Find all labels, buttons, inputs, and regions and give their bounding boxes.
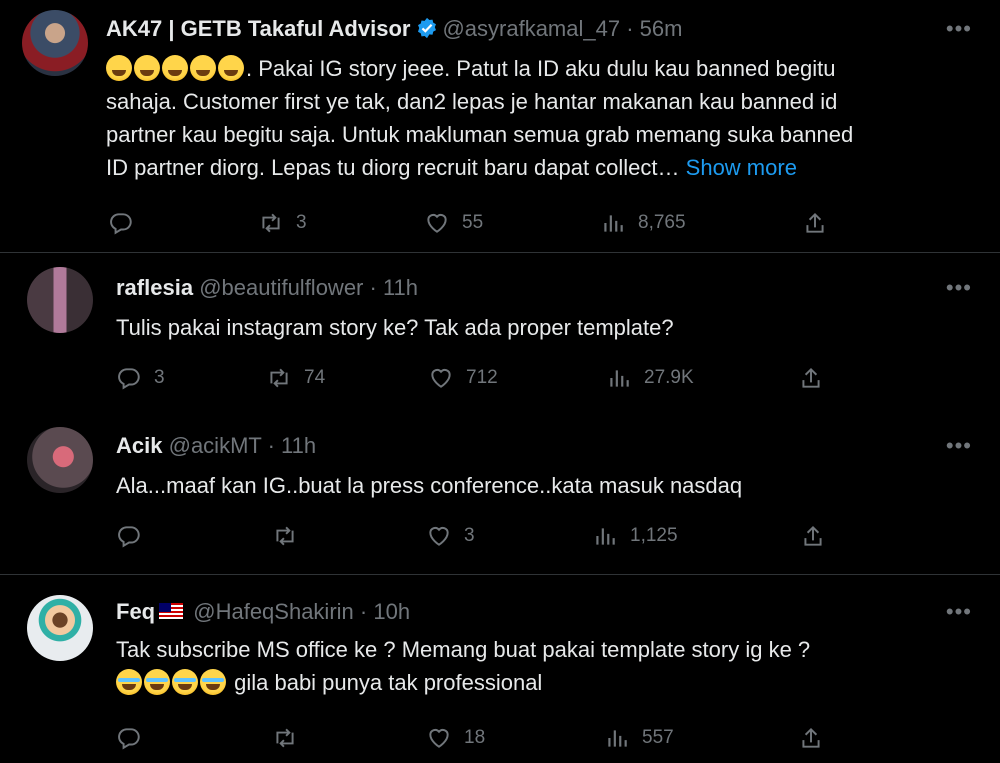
views-button[interactable]: 557 [604,723,674,753]
timestamp[interactable]: · 11h [370,275,419,300]
share-icon [806,212,824,233]
reply-icon [118,728,140,750]
tweet-text-line: sahaja. Customer first ye tak, dan2 lepa… [106,89,838,114]
reply-icon [118,526,140,548]
views-icon [604,215,623,232]
share-button[interactable] [798,723,824,753]
more-options-icon[interactable]: ••• [946,16,972,42]
retweet-icon [276,728,294,748]
like-button[interactable]: 55 [424,208,483,238]
verified-icon [416,17,438,45]
like-icon [429,728,449,748]
author-name[interactable]: Feq [116,599,155,624]
more-options-icon[interactable]: ••• [946,433,972,459]
like-count: 712 [466,367,498,388]
share-icon [804,525,822,546]
views-button[interactable]: 1,125 [592,521,678,551]
like-count: 55 [462,212,484,233]
retweet-button[interactable]: 74 [266,363,325,393]
like-count: 3 [464,525,475,546]
tweet-text-line: ID partner diorg. Lepas tu diorg recruit… [106,155,680,180]
tweet-text-line: partner kau begitu saja. Untuk makluman … [106,122,854,147]
views-count: 27.9K [644,367,694,388]
emoji-laugh-icon [106,55,246,81]
like-count: 18 [464,727,486,748]
views-count: 8,765 [638,212,686,233]
views-button[interactable]: 8,765 [600,208,686,238]
author-handle[interactable]: @acikMT [169,433,262,458]
tweet-text-line: gila babi punya tak professional [228,670,543,695]
tweet-text-line: Tak subscribe MS office ke ? Memang buat… [116,637,811,662]
tweet-text: Tulis pakai instagram story ke? Tak ada … [116,315,674,340]
like-button[interactable]: 3 [426,521,475,551]
share-button[interactable] [802,208,828,238]
reply-count: 3 [154,367,165,388]
retweet-button[interactable] [272,723,310,753]
author-handle[interactable]: @HafeqShakirin [193,599,354,624]
author-name[interactable]: Acik [116,433,162,458]
views-count: 1,125 [630,525,678,546]
like-button[interactable]: 712 [428,363,498,393]
like-icon [429,526,449,546]
show-more-link[interactable]: Show more [686,155,797,180]
reply-button[interactable] [108,208,146,238]
views-button[interactable]: 27.9K [606,363,694,393]
reply-icon [110,213,132,235]
retweet-count: 74 [304,367,326,388]
avatar[interactable] [27,595,93,661]
tweet-reply[interactable]: raflesia @beautifulflower · 11h ••• Tuli… [0,253,1000,413]
like-icon [431,368,451,388]
reply-button[interactable] [116,521,154,551]
timestamp[interactable]: · 11h [268,433,317,458]
views-icon [610,370,629,387]
share-button[interactable] [798,363,824,393]
avatar[interactable] [22,10,88,76]
emoji-cry-icon [116,669,228,695]
tweet-reply[interactable]: Acik @acikMT · 11h ••• Ala...maaf kan IG… [0,413,1000,573]
avatar[interactable] [27,267,93,333]
share-button[interactable] [800,521,826,551]
views-icon [596,528,615,545]
more-options-icon[interactable]: ••• [946,599,972,625]
more-options-icon[interactable]: ••• [946,275,972,301]
reply-button[interactable] [116,723,154,753]
views-count: 557 [642,727,674,748]
author-handle[interactable]: @beautifulflower [199,275,363,300]
retweet-icon [262,213,280,233]
author-handle[interactable]: @asyrafkamal_47 [442,16,620,41]
flag-my-icon [159,603,184,619]
avatar[interactable] [27,427,93,493]
retweet-button[interactable] [272,521,310,551]
reply-icon [118,368,140,390]
like-button[interactable]: 18 [426,723,485,753]
tweet-main[interactable]: AK47 | GETB Takaful Advisor @asyrafkamal_… [0,0,1000,250]
share-icon [802,367,820,388]
author-name[interactable]: raflesia [116,275,193,300]
tweet-text-line: . Pakai IG story jeee. Patut la ID aku d… [246,56,836,81]
views-icon [608,730,627,747]
timestamp[interactable]: · 56m [626,16,682,41]
retweet-icon [270,368,288,388]
tweet-text: Ala...maaf kan IG..buat la press confere… [116,473,743,498]
tweet-reply[interactable]: Feq @HafeqShakirin · 10h ••• Tak subscri… [0,575,1000,763]
timestamp[interactable]: · 10h [360,599,410,624]
share-icon [802,727,820,748]
retweet-button[interactable]: 3 [258,208,307,238]
reply-button[interactable]: 3 [116,363,165,393]
retweet-icon [276,526,294,546]
author-name[interactable]: AK47 | GETB Takaful Advisor [106,16,410,41]
like-icon [427,213,447,233]
retweet-count: 3 [296,212,307,233]
